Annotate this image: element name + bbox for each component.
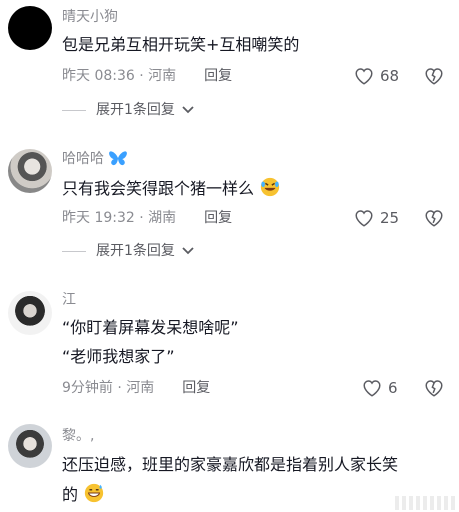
comment-username[interactable]: 哈哈哈 (62, 150, 128, 168)
like-count: 25 (380, 209, 400, 227)
like-button[interactable]: 6 (362, 379, 398, 397)
comment-text: 的 (62, 482, 105, 506)
avatar[interactable] (8, 424, 52, 468)
comment-text-line: 只有我会笑得跟个猪一样么 (62, 179, 255, 198)
rofl-emoji-icon (260, 177, 280, 197)
comment-meta: 9分钟前 · 河南 回复 (62, 379, 210, 397)
like-count: 68 (380, 67, 400, 85)
avatar[interactable] (8, 291, 52, 335)
butterfly-icon (109, 151, 128, 166)
divider-line (62, 250, 86, 252)
reply-button[interactable]: 回复 (204, 210, 232, 226)
reply-button[interactable]: 回复 (204, 68, 232, 84)
divider-line (62, 109, 86, 111)
comment-text: 还压迫感，班里的家豪嘉欣都是指着别人家长笑 (62, 455, 399, 474)
broken-heart-icon[interactable] (424, 67, 444, 85)
comment-text: “老师我想家了” (62, 347, 175, 366)
heart-outline-icon (355, 68, 373, 85)
avatar[interactable] (8, 149, 52, 193)
grin-sweat-emoji-icon (84, 483, 104, 503)
username-text: 哈哈哈 (62, 151, 104, 167)
heart-outline-icon (355, 210, 373, 227)
comment-text-line: 的 (62, 485, 79, 504)
comment-username[interactable]: 江 (62, 291, 76, 309)
expand-replies-button[interactable]: 展开1条回复 (62, 101, 195, 119)
expand-replies-label: 展开1条回复 (96, 243, 175, 259)
watermark (395, 496, 455, 510)
broken-heart-icon[interactable] (424, 209, 444, 227)
like-button[interactable]: 68 (354, 67, 399, 85)
comment-username[interactable]: 晴天小狗 (62, 8, 118, 26)
like-count: 6 (388, 379, 398, 397)
comment-meta: 昨天 19:32 · 湖南 回复 (62, 209, 232, 227)
comment-text: 只有我会笑得跟个猪一样么 (62, 176, 281, 200)
chevron-down-icon (182, 247, 194, 255)
comment-time-location: 昨天 19:32 · 湖南 (62, 210, 177, 226)
comment-time-location: 9分钟前 · 河南 (62, 380, 155, 396)
avatar[interactable] (8, 6, 52, 50)
expand-replies-button[interactable]: 展开1条回复 (62, 242, 195, 260)
comment-time-location: 昨天 08:36 · 河南 (62, 68, 177, 84)
heart-outline-icon (363, 380, 381, 397)
chevron-down-icon (182, 106, 194, 114)
comment-username[interactable]: 黎。, (62, 427, 94, 445)
broken-heart-icon[interactable] (424, 379, 444, 397)
comment-meta: 昨天 08:36 · 河南 回复 (62, 67, 232, 85)
comment-text: 包是兄弟互相开玩笑+互相嘲笑的 (62, 35, 300, 54)
reply-button[interactable]: 回复 (182, 380, 210, 396)
like-button[interactable]: 25 (354, 209, 399, 227)
comment-text: “你盯着屏幕发呆想啥呢” (62, 318, 239, 337)
expand-replies-label: 展开1条回复 (96, 102, 175, 118)
